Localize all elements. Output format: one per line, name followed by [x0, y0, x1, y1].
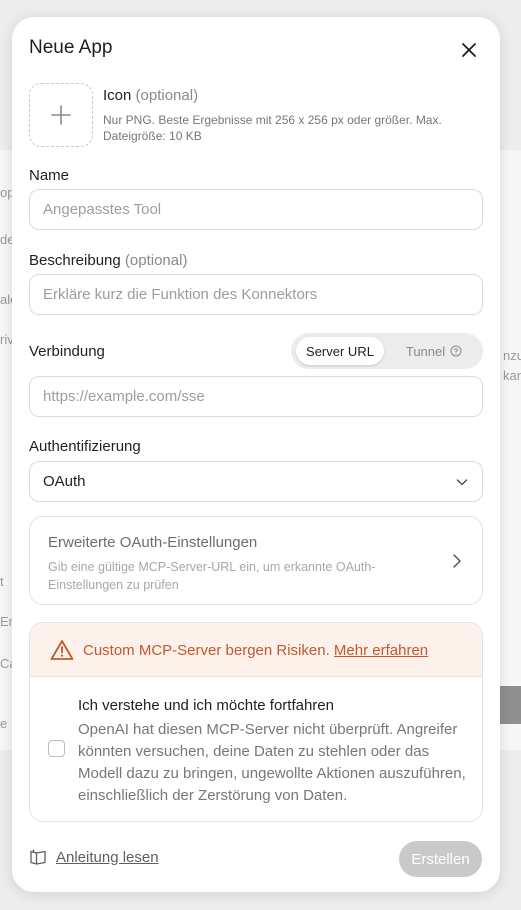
close-button[interactable] [458, 39, 480, 61]
consent-checkbox[interactable] [48, 740, 65, 757]
consent-title: Ich verstehe und ich möchte fortfahren [78, 697, 334, 714]
dialog-title: Neue App [29, 37, 113, 58]
risk-warning-message: Custom MCP-Server bergen Risiken. [83, 642, 330, 659]
background-fragment: nzu [503, 348, 521, 363]
icon-upload-button[interactable] [29, 83, 93, 147]
background-button [500, 686, 521, 724]
connection-label: Verbindung [29, 343, 105, 360]
chevron-right-icon [453, 554, 461, 568]
consent-description: OpenAI hat diesen MCP-Server nicht überp… [78, 721, 466, 804]
name-input[interactable] [29, 189, 483, 230]
authentication-select[interactable]: OAuth [29, 461, 483, 502]
background-fragment: t [0, 574, 4, 589]
risk-warning-banner: Custom MCP-Server bergen Risiken. Mehr e… [30, 623, 482, 677]
icon-label-text: Icon [103, 87, 132, 104]
name-label: Name [29, 167, 70, 184]
server-url-input[interactable] [29, 376, 483, 417]
tunnel-option-label: Tunnel [405, 343, 446, 359]
close-icon [462, 43, 476, 57]
background-fragment: e [0, 716, 8, 731]
icon-help-text: Nur PNG. Beste Ergebnisse mit 256 x 256 … [103, 113, 442, 143]
tunnel-option[interactable]: Tunnel [391, 337, 477, 365]
advanced-oauth-description: Gib eine gültige MCP-Server-URL ein, um … [48, 560, 376, 592]
optional-hint: (optional) [124, 252, 188, 269]
authentication-value: OAuth [43, 473, 86, 490]
risk-warning-text: Custom MCP-Server bergen Risiken. Mehr e… [83, 642, 428, 659]
plus-icon [51, 105, 71, 125]
description-label: Beschreibung (optional) [29, 252, 187, 269]
create-button[interactable]: Erstellen [399, 841, 482, 877]
book-icon [30, 849, 46, 865]
description-label-text: Beschreibung [29, 252, 121, 269]
read-guide-link[interactable]: Anleitung lesen [29, 848, 159, 866]
new-app-dialog: Neue App Icon (optional) Nur PNG. Beste … [12, 17, 500, 892]
background-fragment: kar [503, 368, 521, 383]
advanced-oauth-settings[interactable]: Erweiterte OAuth-Einstellungen Gib eine … [29, 516, 483, 605]
read-guide-label: Anleitung lesen [56, 848, 159, 866]
help-circle-icon [450, 345, 462, 357]
optional-hint: (optional) [135, 87, 199, 104]
connection-toggle: Server URL Tunnel [291, 333, 483, 369]
advanced-oauth-title: Erweiterte OAuth-Einstellungen [48, 534, 258, 551]
authentication-label: Authentifizierung [29, 438, 141, 455]
server-url-option[interactable]: Server URL [296, 337, 384, 365]
chevron-down-icon [456, 478, 468, 485]
description-input[interactable] [29, 274, 483, 315]
learn-more-link[interactable]: Mehr erfahren [334, 642, 428, 659]
icon-label: Icon (optional) [103, 87, 198, 104]
warning-icon [50, 640, 74, 660]
risk-consent-card: Custom MCP-Server bergen Risiken. Mehr e… [29, 622, 483, 822]
